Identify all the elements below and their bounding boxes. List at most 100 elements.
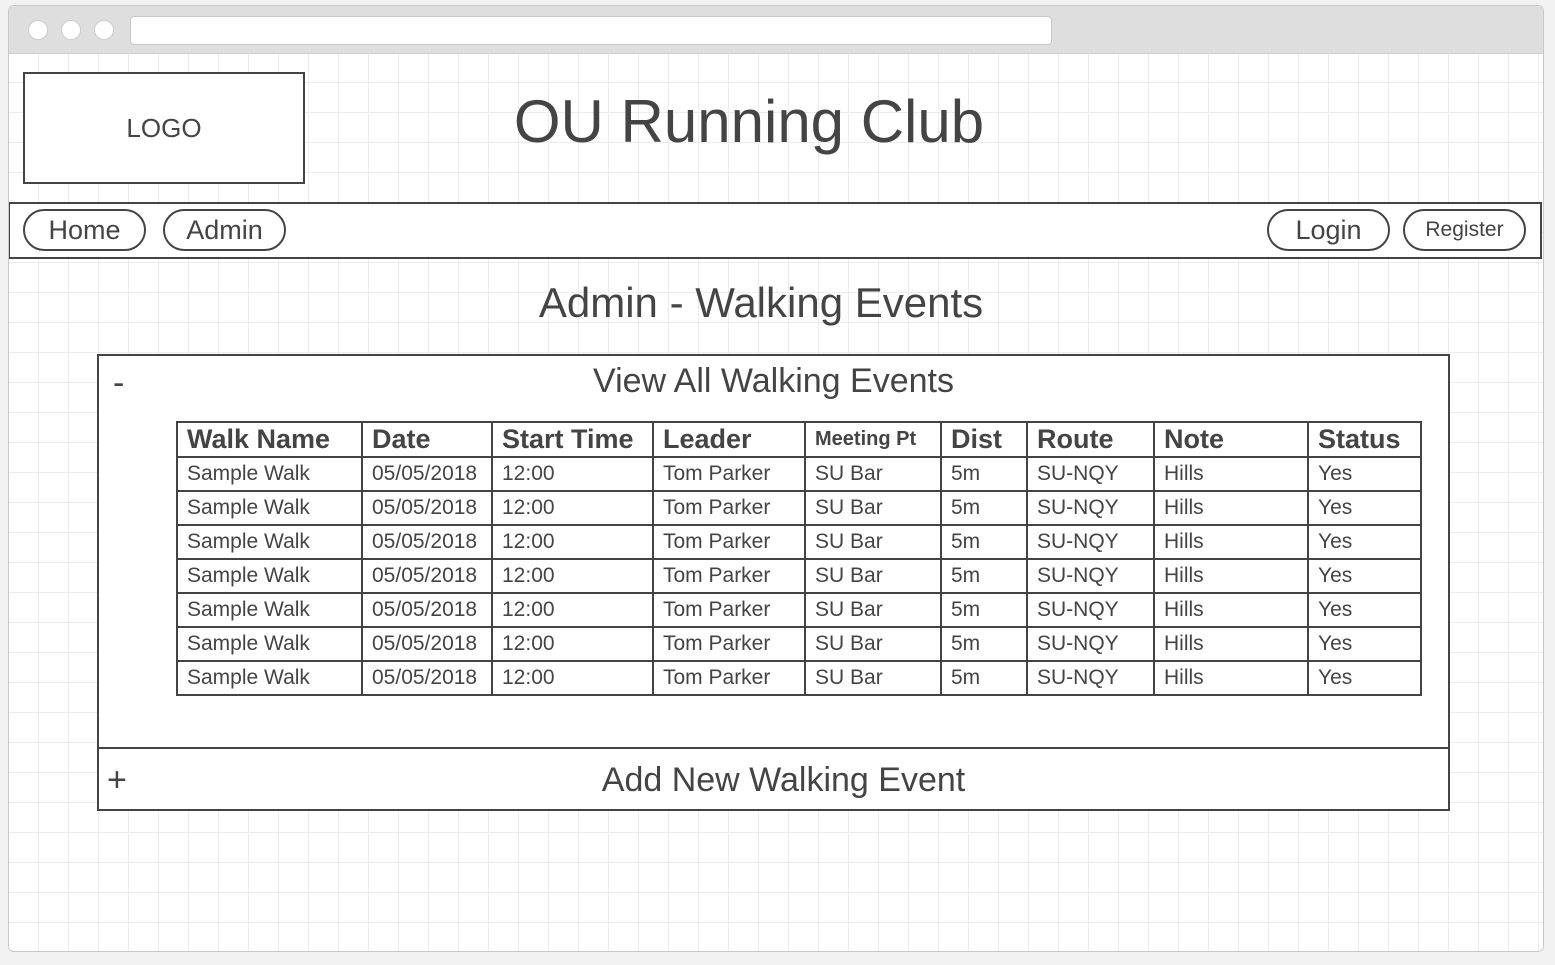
nav-admin-label: Admin bbox=[186, 214, 263, 245]
cell-leader: Tom Parker bbox=[652, 592, 806, 628]
column-header[interactable]: Walk Name bbox=[176, 421, 363, 458]
add-event-section: + Add New Walking Event bbox=[99, 749, 1448, 809]
cell-walk-name: Sample Walk bbox=[176, 592, 363, 628]
cell-note: Hills bbox=[1153, 592, 1309, 628]
table-row[interactable]: Sample Walk 05/05/2018 12:00 Tom Parker … bbox=[176, 660, 1422, 696]
cell-walk-name: Sample Walk bbox=[176, 558, 363, 594]
window-maximize-dot[interactable] bbox=[94, 20, 114, 40]
page-canvas: LOGO OU Running Club Home Admin Login Re… bbox=[9, 54, 1543, 951]
cell-walk-name: Sample Walk bbox=[176, 660, 363, 696]
nav-login-button[interactable]: Login bbox=[1267, 209, 1390, 251]
column-header[interactable]: Note bbox=[1153, 421, 1309, 458]
table-body: Sample Walk 05/05/2018 12:00 Tom Parker … bbox=[176, 456, 1422, 696]
cell-note: Hills bbox=[1153, 524, 1309, 560]
column-header[interactable]: Leader bbox=[652, 421, 806, 458]
cell-start-time: 12:00 bbox=[491, 524, 654, 560]
cell-date: 05/05/2018 bbox=[361, 626, 493, 662]
cell-start-time: 12:00 bbox=[491, 626, 654, 662]
site-title: OU Running Club bbox=[513, 88, 985, 155]
cell-meeting-pt: SU Bar bbox=[804, 456, 942, 492]
cell-start-time: 12:00 bbox=[491, 456, 654, 492]
cell-status: Yes bbox=[1307, 592, 1422, 628]
nav-admin-button[interactable]: Admin bbox=[163, 209, 286, 251]
cell-dist: 5m bbox=[940, 592, 1028, 628]
cell-status: Yes bbox=[1307, 660, 1422, 696]
cell-meeting-pt: SU Bar bbox=[804, 490, 942, 526]
column-header[interactable]: Route bbox=[1026, 421, 1155, 458]
cell-meeting-pt: SU Bar bbox=[804, 660, 942, 696]
cell-route: SU-NQY bbox=[1026, 626, 1155, 662]
logo-text: LOGO bbox=[126, 112, 202, 143]
browser-window: LOGO OU Running Club Home Admin Login Re… bbox=[8, 5, 1544, 952]
cell-date: 05/05/2018 bbox=[361, 592, 493, 628]
cell-start-time: 12:00 bbox=[491, 558, 654, 594]
nav-login-label: Login bbox=[1295, 214, 1362, 245]
cell-walk-name: Sample Walk bbox=[176, 524, 363, 560]
table-row[interactable]: Sample Walk 05/05/2018 12:00 Tom Parker … bbox=[176, 626, 1422, 662]
cell-leader: Tom Parker bbox=[652, 626, 806, 662]
cell-date: 05/05/2018 bbox=[361, 456, 493, 492]
cell-route: SU-NQY bbox=[1026, 558, 1155, 594]
cell-dist: 5m bbox=[940, 524, 1028, 560]
column-header[interactable]: Start Time bbox=[491, 421, 654, 458]
column-header[interactable]: Date bbox=[361, 421, 493, 458]
view-events-title[interactable]: View All Walking Events bbox=[99, 364, 1448, 398]
cell-status: Yes bbox=[1307, 456, 1422, 492]
cell-walk-name: Sample Walk bbox=[176, 490, 363, 526]
table-row[interactable]: Sample Walk 05/05/2018 12:00 Tom Parker … bbox=[176, 524, 1422, 560]
table-row[interactable]: Sample Walk 05/05/2018 12:00 Tom Parker … bbox=[176, 490, 1422, 526]
cell-walk-name: Sample Walk bbox=[176, 456, 363, 492]
events-accordion: - View All Walking Events Walk Name Date… bbox=[97, 354, 1450, 811]
cell-leader: Tom Parker bbox=[652, 524, 806, 560]
cell-route: SU-NQY bbox=[1026, 456, 1155, 492]
cell-walk-name: Sample Walk bbox=[176, 626, 363, 662]
cell-note: Hills bbox=[1153, 490, 1309, 526]
cell-dist: 5m bbox=[940, 490, 1028, 526]
walking-events-table: Walk Name Date Start Time Leader Meeting… bbox=[176, 421, 1422, 696]
view-events-section: - View All Walking Events Walk Name Date… bbox=[99, 356, 1448, 749]
nav-home-label: Home bbox=[48, 214, 121, 245]
table-row[interactable]: Sample Walk 05/05/2018 12:00 Tom Parker … bbox=[176, 456, 1422, 492]
cell-status: Yes bbox=[1307, 626, 1422, 662]
window-close-dot[interactable] bbox=[28, 20, 48, 40]
cell-meeting-pt: SU Bar bbox=[804, 592, 942, 628]
cell-leader: Tom Parker bbox=[652, 456, 806, 492]
column-header[interactable]: Dist bbox=[940, 421, 1028, 458]
cell-leader: Tom Parker bbox=[652, 558, 806, 594]
cell-start-time: 12:00 bbox=[491, 490, 654, 526]
address-bar[interactable] bbox=[130, 16, 1052, 45]
cell-note: Hills bbox=[1153, 456, 1309, 492]
cell-route: SU-NQY bbox=[1026, 524, 1155, 560]
table-row[interactable]: Sample Walk 05/05/2018 12:00 Tom Parker … bbox=[176, 592, 1422, 628]
cell-leader: Tom Parker bbox=[652, 660, 806, 696]
browser-chrome bbox=[9, 6, 1543, 54]
cell-note: Hills bbox=[1153, 626, 1309, 662]
cell-route: SU-NQY bbox=[1026, 490, 1155, 526]
nav-home-button[interactable]: Home bbox=[23, 209, 146, 251]
cell-status: Yes bbox=[1307, 524, 1422, 560]
column-header[interactable]: Status bbox=[1307, 421, 1422, 458]
nav-register-button[interactable]: Register bbox=[1403, 209, 1526, 251]
cell-start-time: 12:00 bbox=[491, 592, 654, 628]
cell-status: Yes bbox=[1307, 490, 1422, 526]
cell-dist: 5m bbox=[940, 456, 1028, 492]
add-event-title[interactable]: Add New Walking Event bbox=[109, 763, 1458, 797]
cell-date: 05/05/2018 bbox=[361, 524, 493, 560]
cell-route: SU-NQY bbox=[1026, 660, 1155, 696]
page-heading: Admin - Walking Events bbox=[538, 279, 984, 326]
cell-dist: 5m bbox=[940, 558, 1028, 594]
cell-leader: Tom Parker bbox=[652, 490, 806, 526]
table-header-row: Walk Name Date Start Time Leader Meeting… bbox=[176, 421, 1422, 458]
cell-note: Hills bbox=[1153, 558, 1309, 594]
window-minimize-dot[interactable] bbox=[61, 20, 81, 40]
cell-meeting-pt: SU Bar bbox=[804, 626, 942, 662]
table-row[interactable]: Sample Walk 05/05/2018 12:00 Tom Parker … bbox=[176, 558, 1422, 594]
logo-placeholder[interactable]: LOGO bbox=[23, 72, 305, 184]
cell-date: 05/05/2018 bbox=[361, 558, 493, 594]
cell-date: 05/05/2018 bbox=[361, 660, 493, 696]
cell-meeting-pt: SU Bar bbox=[804, 524, 942, 560]
cell-dist: 5m bbox=[940, 626, 1028, 662]
cell-route: SU-NQY bbox=[1026, 592, 1155, 628]
column-header[interactable]: Meeting Pt bbox=[804, 421, 942, 458]
nav-bar: Home Admin Login Register bbox=[9, 202, 1542, 259]
